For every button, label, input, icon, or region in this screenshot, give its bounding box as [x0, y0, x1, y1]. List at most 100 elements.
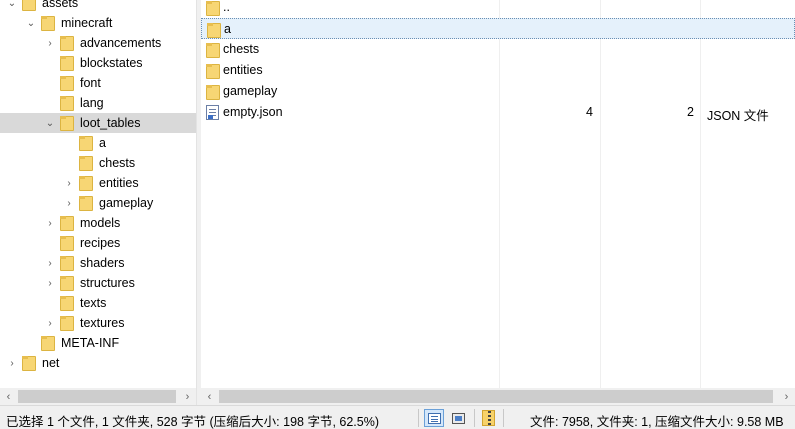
folder-icon — [60, 55, 74, 71]
tree-item-label: font — [80, 76, 101, 90]
file-list[interactable]: .. a chests entities gameplay empty.json 4 2 JSO… — [201, 0, 795, 388]
folder-icon — [22, 0, 36, 11]
scrollbar-thumb[interactable] — [219, 390, 773, 403]
tree-item-chests[interactable]: chests — [0, 153, 196, 173]
file-row[interactable]: empty.json 4 2 JSON 文件 — [201, 102, 795, 123]
tree-item-label: advancements — [80, 36, 162, 50]
chevron-right-icon[interactable]: › — [44, 313, 56, 333]
folder-icon — [60, 235, 74, 251]
tree-item-minecraft[interactable]: ⌄ minecraft — [0, 13, 196, 33]
chevron-down-icon[interactable]: ⌄ — [6, 0, 18, 13]
tree-item-label: structures — [80, 276, 135, 290]
details-view-icon — [427, 412, 441, 424]
json-file-icon — [206, 105, 220, 120]
details-view-button[interactable] — [424, 409, 444, 427]
tree-item-shaders[interactable]: › shaders — [0, 253, 196, 273]
file-name: a — [224, 22, 231, 36]
tree-item-net[interactable]: › net — [0, 353, 196, 373]
folder-icon — [60, 255, 74, 271]
tree-item-label: assets — [42, 0, 79, 10]
chevron-down-icon[interactable]: ⌄ — [44, 113, 56, 133]
tree-item-label: lang — [80, 96, 104, 110]
scroll-right-icon[interactable]: › — [778, 388, 795, 405]
tree-item-a[interactable]: a — [0, 133, 196, 153]
scroll-left-icon[interactable]: ‹ — [201, 388, 218, 405]
folder-icon — [41, 15, 55, 31]
scrollbar-thumb[interactable] — [18, 390, 176, 403]
folder-icon — [207, 22, 221, 38]
tree-item-label: minecraft — [61, 16, 113, 30]
scroll-left-icon[interactable]: ‹ — [0, 388, 17, 405]
tree-item-label: net — [42, 356, 60, 370]
tree-item-entities[interactable]: › entities — [0, 173, 196, 193]
tree-item-recipes[interactable]: recipes — [0, 233, 196, 253]
status-separator — [503, 409, 504, 427]
tree-item-label: blockstates — [80, 56, 143, 70]
selection-status: 已选择 1 个文件, 1 文件夹, 528 字节 (压缩后大小: 198 字节,… — [6, 415, 380, 429]
tree-item-gameplay[interactable]: › gameplay — [0, 193, 196, 213]
folder-icon — [60, 115, 74, 131]
folder-icon — [206, 0, 220, 16]
file-name: chests — [223, 42, 260, 56]
tree-item-label: textures — [80, 316, 125, 330]
tree-item-label: loot_tables — [80, 116, 141, 130]
file-row[interactable]: a — [201, 18, 795, 39]
file-row[interactable]: gameplay — [201, 81, 795, 102]
tree-item-label: gameplay — [99, 196, 154, 210]
folder-icon — [41, 335, 55, 351]
tree-item-label: shaders — [80, 256, 125, 270]
chevron-right-icon[interactable]: › — [44, 33, 56, 53]
file-name: gameplay — [223, 84, 278, 98]
folder-icon — [22, 355, 36, 371]
tree-item-label: texts — [80, 296, 107, 310]
tree-item-models[interactable]: › models — [0, 213, 196, 233]
folder-icon — [79, 195, 93, 211]
tree-item-structures[interactable]: › structures — [0, 273, 196, 293]
chevron-right-icon[interactable]: › — [63, 173, 75, 193]
archive-totals: 文件: 7958, 文件夹: 1, 压缩文件大小: 9.58 MB — [530, 415, 784, 429]
file-row[interactable]: entities — [201, 60, 795, 81]
tree-item-font[interactable]: font — [0, 73, 196, 93]
tree-item-textures[interactable]: › textures — [0, 313, 196, 333]
archive-button[interactable] — [478, 409, 498, 427]
tree-item-advancements[interactable]: › advancements — [0, 33, 196, 53]
chevron-right-icon[interactable]: › — [63, 193, 75, 213]
folder-icon — [60, 35, 74, 51]
file-row[interactable]: .. — [201, 0, 795, 18]
tree-item-blockstates[interactable]: blockstates — [0, 53, 196, 73]
folder-icon — [60, 95, 74, 111]
folder-icon — [60, 295, 74, 311]
tree-item-loot-tables[interactable]: ⌄ loot_tables — [0, 113, 196, 133]
tree-horizontal-scrollbar[interactable]: ‹ › — [0, 388, 196, 405]
tree-item-assets[interactable]: ⌄ assets — [0, 0, 196, 13]
tree-item-meta-inf[interactable]: META-INF — [0, 333, 196, 353]
file-name: .. — [223, 0, 230, 14]
folder-icon — [60, 315, 74, 331]
chevron-down-icon[interactable]: ⌄ — [25, 13, 37, 33]
chevron-right-icon[interactable]: › — [6, 353, 18, 373]
folder-tree[interactable]: ⌄ assets ⌄ minecraft › advancements blockstate… — [0, 0, 196, 388]
status-separator — [418, 409, 419, 427]
file-row[interactable]: chests — [201, 39, 795, 60]
scroll-right-icon[interactable]: › — [179, 388, 196, 405]
folder-icon — [206, 63, 220, 79]
folder-icon — [60, 215, 74, 231]
tree-item-lang[interactable]: lang — [0, 93, 196, 113]
chevron-right-icon[interactable]: › — [44, 253, 56, 273]
folder-icon — [60, 275, 74, 291]
chevron-right-icon[interactable]: › — [44, 273, 56, 293]
chevron-right-icon[interactable]: › — [44, 213, 56, 233]
file-name: entities — [223, 63, 263, 77]
list-horizontal-scrollbar[interactable]: ‹ › — [201, 388, 795, 405]
folder-icon — [206, 84, 220, 100]
icons-view-button[interactable] — [448, 409, 468, 427]
status-bar: 已选择 1 个文件, 1 文件夹, 528 字节 (压缩后大小: 198 字节,… — [0, 405, 795, 429]
tree-item-texts[interactable]: texts — [0, 293, 196, 313]
